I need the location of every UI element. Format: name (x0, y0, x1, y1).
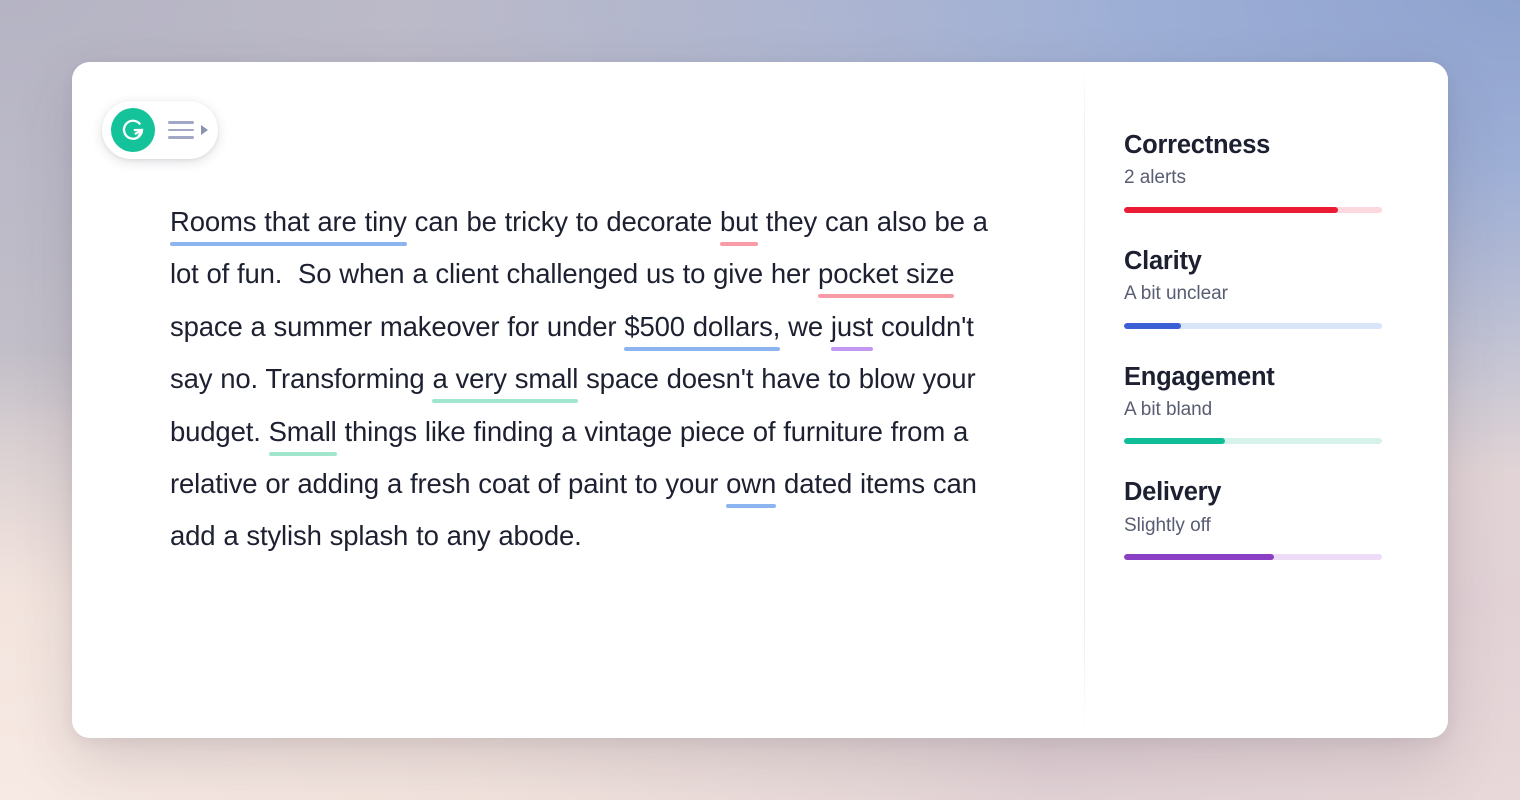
hamburger-line (168, 128, 194, 132)
score-title: Delivery (1124, 478, 1222, 507)
score-progress-fill (1124, 438, 1225, 445)
score-progress-track (1124, 438, 1382, 445)
score-progress-fill (1124, 206, 1339, 213)
score-card-delivery[interactable]: Delivery Slightly off (1124, 477, 1396, 561)
hamburger-menu-icon[interactable] (168, 121, 194, 139)
score-status: A bit unclear (1124, 282, 1228, 304)
suggestion-highlight-blue[interactable]: own (726, 468, 776, 500)
suggestion-highlight-blue[interactable]: $500 dollars, (624, 311, 780, 343)
suggestion-text: but (720, 206, 758, 237)
suggestion-text: Rooms that are tiny (170, 206, 407, 237)
suggestion-text: Small (268, 415, 337, 447)
suggestion-highlight-purple[interactable]: just (831, 311, 873, 343)
score-title: Correctness (1124, 131, 1271, 159)
score-progress-track (1124, 206, 1382, 213)
grammarly-assistant-button[interactable] (102, 101, 218, 159)
suggestion-text: pocket size (818, 258, 955, 290)
score-title: Clarity (1124, 246, 1202, 275)
score-status: A bit bland (1124, 398, 1213, 420)
score-progress-fill (1124, 554, 1274, 561)
editor-pane: Rooms that are tiny can be tricky to dec… (72, 62, 1084, 738)
app-window: Rooms that are tiny can be tricky to dec… (72, 62, 1448, 738)
suggestion-highlight-green[interactable]: a very small (432, 363, 578, 395)
score-progress-track (1124, 322, 1382, 329)
assistant-sidebar: Correctness 2 alerts Clarity A bit unclear E… (1085, 62, 1448, 738)
suggestion-text: a very small (432, 363, 579, 395)
suggestion-highlight-red[interactable]: pocket size (818, 258, 954, 290)
hamburger-line (168, 121, 194, 124)
chevron-right-icon[interactable] (201, 125, 208, 135)
score-status: Slightly off (1124, 514, 1211, 536)
score-progress-fill (1124, 322, 1181, 329)
suggestion-highlight-blue[interactable]: Rooms that are tiny (170, 206, 407, 238)
score-title: Engagement (1124, 362, 1275, 391)
suggestion-highlight-red[interactable]: but (720, 206, 758, 238)
document-text-run: we (780, 310, 831, 342)
document-text-run: can be tricky to decorate (406, 206, 721, 237)
document-text-body[interactable]: Rooms that are tiny can be tricky to dec… (170, 196, 1022, 563)
score-status: 2 alerts (1124, 167, 1186, 189)
hamburger-line (168, 136, 194, 139)
score-card-correctness[interactable]: Correctness 2 alerts (1124, 130, 1396, 213)
suggestion-text: $500 dollars, (624, 310, 781, 342)
suggestion-highlight-green[interactable]: Small (269, 416, 337, 448)
score-progress-track (1124, 554, 1382, 561)
grammarly-logo-icon (111, 108, 155, 152)
suggestion-text: just (830, 310, 874, 342)
suggestion-text: own (726, 468, 777, 500)
score-card-clarity[interactable]: Clarity A bit unclear (1124, 246, 1396, 329)
score-card-engagement[interactable]: Engagement A bit bland (1124, 362, 1396, 445)
score-card-list: Correctness 2 alerts Clarity A bit unclear E… (1124, 130, 1396, 561)
